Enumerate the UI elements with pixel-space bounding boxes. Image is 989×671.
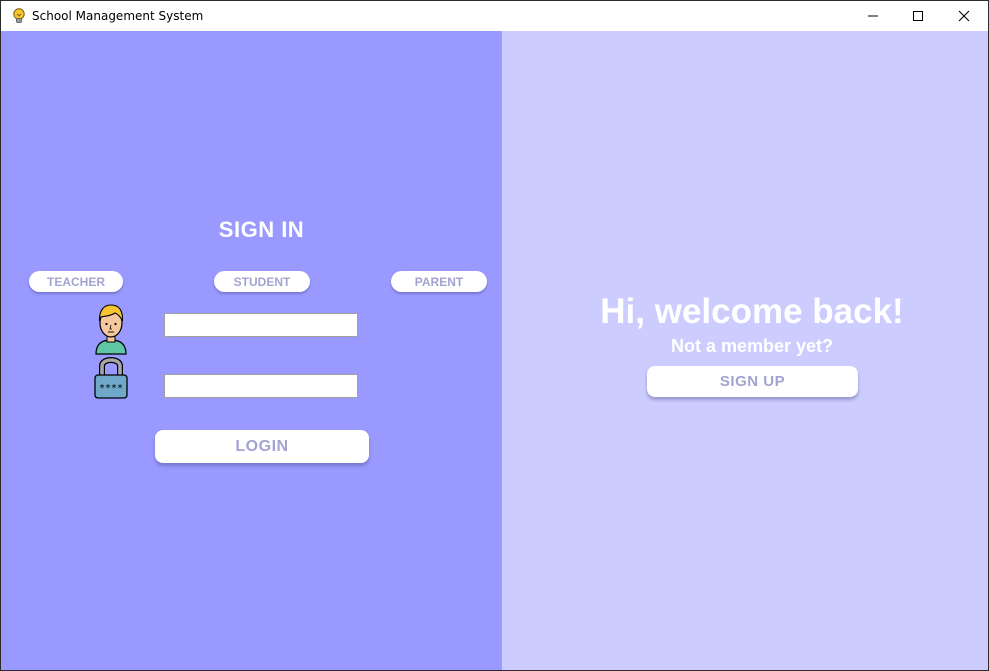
sign-in-panel: SIGN IN TEACHER STUDENT PARENT **** LOGI… — [1, 31, 502, 670]
padlock-icon: **** — [94, 357, 128, 399]
window-title: School Management System — [32, 9, 204, 23]
welcome-panel: Hi, welcome back! Not a member yet? SIGN… — [502, 31, 988, 670]
login-button[interactable]: LOGIN — [155, 430, 369, 463]
title-bar[interactable]: School Management System — [1, 1, 988, 31]
password-input[interactable] — [164, 374, 358, 398]
sign-in-heading: SIGN IN — [218, 217, 305, 242]
app-window: School Management System SIGN IN TEACHER… — [0, 0, 989, 671]
minimize-button[interactable] — [850, 1, 896, 31]
parent-role-button[interactable]: PARENT — [391, 271, 487, 292]
sign-up-button[interactable]: SIGN UP — [647, 366, 858, 397]
close-button[interactable] — [941, 1, 987, 31]
maximize-icon — [913, 11, 923, 21]
maximize-button[interactable] — [895, 1, 941, 31]
lightbulb-app-icon — [13, 8, 25, 23]
student-role-button[interactable]: STUDENT — [214, 271, 310, 292]
username-input[interactable] — [164, 313, 358, 337]
close-icon — [958, 10, 970, 22]
teacher-role-button[interactable]: TEACHER — [29, 271, 123, 292]
svg-text:****: **** — [99, 383, 123, 394]
minimize-icon — [868, 15, 878, 17]
user-avatar-icon — [95, 304, 127, 355]
welcome-heading: Hi, welcome back! — [600, 292, 904, 331]
welcome-subtitle: Not a member yet? — [670, 336, 834, 356]
